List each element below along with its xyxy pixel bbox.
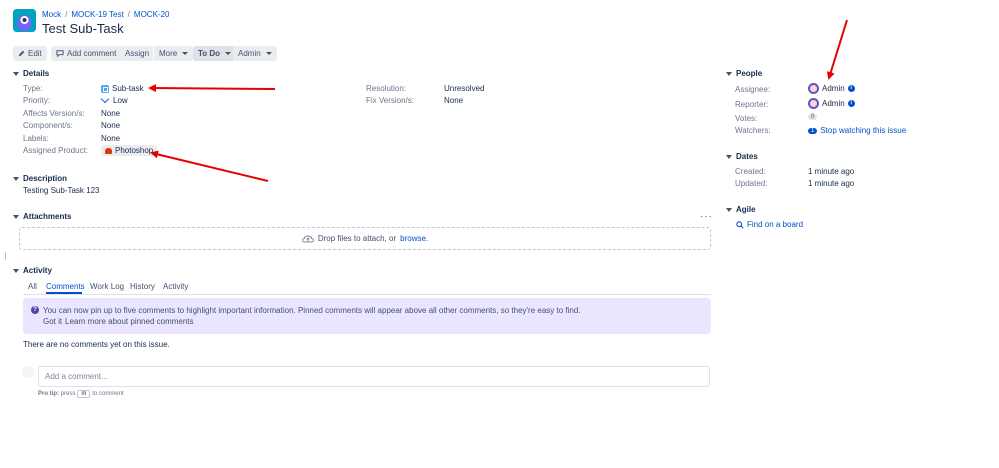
annotation-overlay [148, 19, 848, 182]
annotation-arrow-type [148, 84, 276, 93]
annotation-arrow-assignee [826, 19, 848, 80]
annotation-arrow-product [150, 150, 269, 182]
